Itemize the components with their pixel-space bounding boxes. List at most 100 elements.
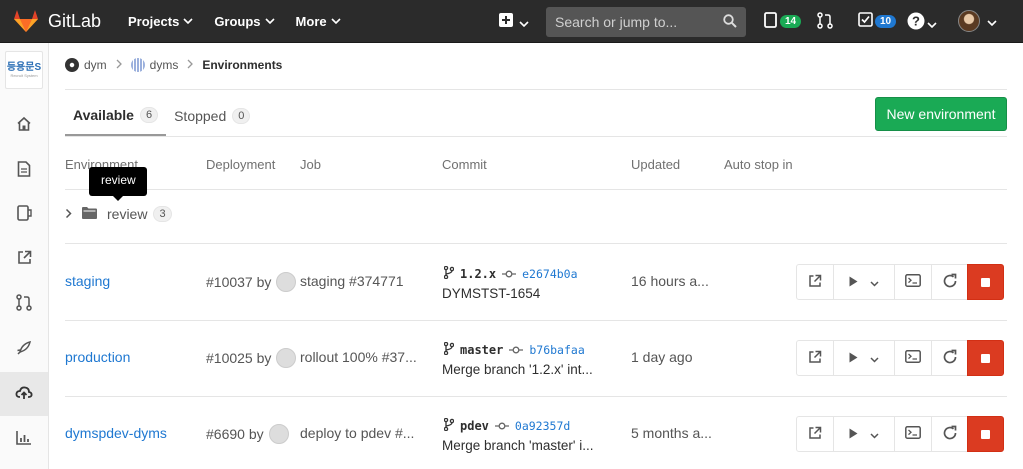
merge-request-icon	[16, 294, 32, 314]
commit-sha-link[interactable]: b76bafaa	[529, 343, 584, 357]
deployment-id: #10025 by	[206, 350, 272, 366]
redeploy-button[interactable]	[931, 264, 968, 300]
sidebar-item-ci-cd[interactable]	[0, 327, 48, 371]
branch-icon	[443, 417, 455, 434]
user-avatar	[958, 10, 980, 32]
manual-actions-dropdown[interactable]	[833, 264, 895, 300]
redeploy-button[interactable]	[931, 340, 968, 376]
help-button[interactable]: ?	[907, 12, 937, 33]
merge-requests-button[interactable]	[817, 12, 833, 32]
home-icon	[16, 116, 32, 135]
projects-menu[interactable]: Projects	[128, 14, 193, 29]
retry-icon	[942, 273, 958, 292]
user-avatar[interactable]	[268, 424, 289, 444]
environment-name-link[interactable]: dymspdev-dyms	[65, 425, 167, 441]
updated-time: 5 months a...	[631, 425, 712, 441]
folder-icon	[82, 206, 97, 222]
column-auto-stop: Auto stop in	[724, 157, 793, 172]
chevron-down-icon	[519, 14, 529, 30]
breadcrumb-divider	[65, 89, 1007, 90]
deployment-info: #6690 by	[206, 424, 289, 444]
sidebar-item-project[interactable]	[0, 103, 48, 147]
user-avatar[interactable]	[276, 348, 297, 368]
column-job: Job	[300, 157, 321, 172]
commit-branch[interactable]: pdev	[460, 419, 489, 433]
branch-icon	[443, 341, 455, 358]
job-link[interactable]: staging #374771	[300, 273, 420, 289]
todos-button[interactable]: 10	[858, 12, 897, 30]
breadcrumb-group[interactable]: dym	[84, 58, 107, 72]
project-avatar[interactable]: 등용문S Recruit System	[5, 51, 43, 89]
projects-menu-label: Projects	[128, 13, 180, 29]
environment-folder[interactable]: review 3	[65, 206, 172, 222]
terminal-button[interactable]	[894, 340, 932, 376]
user-menu[interactable]	[958, 10, 997, 32]
open-live-environment-button[interactable]	[796, 264, 834, 300]
updated-time: 1 day ago	[631, 349, 693, 365]
sidebar-item-merge-requests[interactable]	[0, 282, 48, 326]
commit-message-link[interactable]: DYMSTST-1654	[442, 286, 602, 301]
chevron-down-icon	[870, 426, 879, 442]
sidebar-item-external[interactable]	[0, 237, 48, 281]
commit-sha-link[interactable]: e2674b0a	[522, 267, 577, 281]
environment-name-link[interactable]: production	[65, 349, 130, 365]
column-commit: Commit	[442, 157, 487, 172]
open-live-environment-button[interactable]	[796, 340, 834, 376]
issues-icon	[764, 12, 778, 31]
job-link[interactable]: deploy to pdev #...	[300, 425, 420, 441]
project-sidebar: 등용문S Recruit System	[0, 43, 49, 469]
tab-stopped-label: Stopped	[174, 108, 227, 124]
chevron-down-icon	[870, 350, 879, 366]
tab-stopped-count: 0	[232, 108, 251, 124]
tab-available[interactable]: Available 6	[65, 96, 167, 136]
sidebar-item-operations[interactable]	[0, 372, 48, 416]
commit-message-link[interactable]: Merge branch 'master' i...	[442, 438, 602, 453]
sidebar-item-analytics[interactable]	[0, 417, 48, 461]
search-input[interactable]: Search or jump to...	[546, 7, 746, 37]
column-updated: Updated	[631, 157, 681, 172]
breadcrumb-current[interactable]: Environments	[202, 58, 282, 72]
terminal-icon	[905, 274, 921, 290]
more-menu[interactable]: More	[296, 14, 341, 29]
new-item-dropdown[interactable]	[499, 13, 529, 30]
breadcrumb: dym dyms Environments	[65, 58, 282, 72]
environment-tabs: Available 6 Stopped 0	[65, 96, 258, 136]
chevron-down-icon	[870, 274, 879, 290]
user-avatar[interactable]	[276, 272, 297, 292]
groups-menu[interactable]: Groups	[214, 14, 275, 29]
external-link-icon	[17, 250, 32, 268]
sidebar-item-repository[interactable]	[0, 148, 48, 192]
stop-icon	[981, 429, 990, 439]
commit-branch[interactable]: 1.2.x	[460, 267, 496, 281]
merge-request-icon	[817, 12, 833, 32]
issues-button[interactable]: 14	[764, 12, 802, 31]
breadcrumb-project[interactable]: dyms	[150, 58, 179, 72]
commit-message-link[interactable]: Merge branch '1.2.x' int...	[442, 362, 602, 377]
tab-available-label: Available	[73, 107, 134, 123]
play-icon	[849, 274, 858, 290]
row-divider	[65, 320, 1007, 321]
environment-name-link[interactable]: staging	[65, 273, 110, 289]
project-avatar-small	[130, 58, 145, 72]
manual-actions-dropdown[interactable]	[833, 416, 895, 452]
gitlab-logo[interactable]: GitLab	[12, 8, 112, 34]
commit-sha-link[interactable]: 0a92357d	[515, 419, 570, 433]
deployment-id: #6690 by	[206, 426, 264, 442]
terminal-button[interactable]	[894, 416, 932, 452]
commit-ref: 1.2.x e2674b0a	[443, 265, 578, 282]
tab-stopped[interactable]: Stopped 0	[166, 96, 258, 136]
stop-environment-button[interactable]	[967, 416, 1004, 452]
commit-branch[interactable]: master	[460, 343, 503, 357]
job-link[interactable]: rollout 100% #37...	[300, 349, 420, 365]
sidebar-item-issues[interactable]	[0, 192, 48, 236]
open-live-environment-button[interactable]	[796, 416, 834, 452]
manual-actions-dropdown[interactable]	[833, 340, 895, 376]
terminal-button[interactable]	[894, 264, 932, 300]
redeploy-button[interactable]	[931, 416, 968, 452]
stop-environment-button[interactable]	[967, 340, 1004, 376]
stop-environment-button[interactable]	[967, 264, 1004, 300]
todos-count-badge: 10	[875, 14, 897, 28]
new-environment-button[interactable]: New environment	[875, 97, 1007, 131]
updated-time: 16 hours a...	[631, 273, 709, 289]
row-divider	[65, 396, 1007, 397]
